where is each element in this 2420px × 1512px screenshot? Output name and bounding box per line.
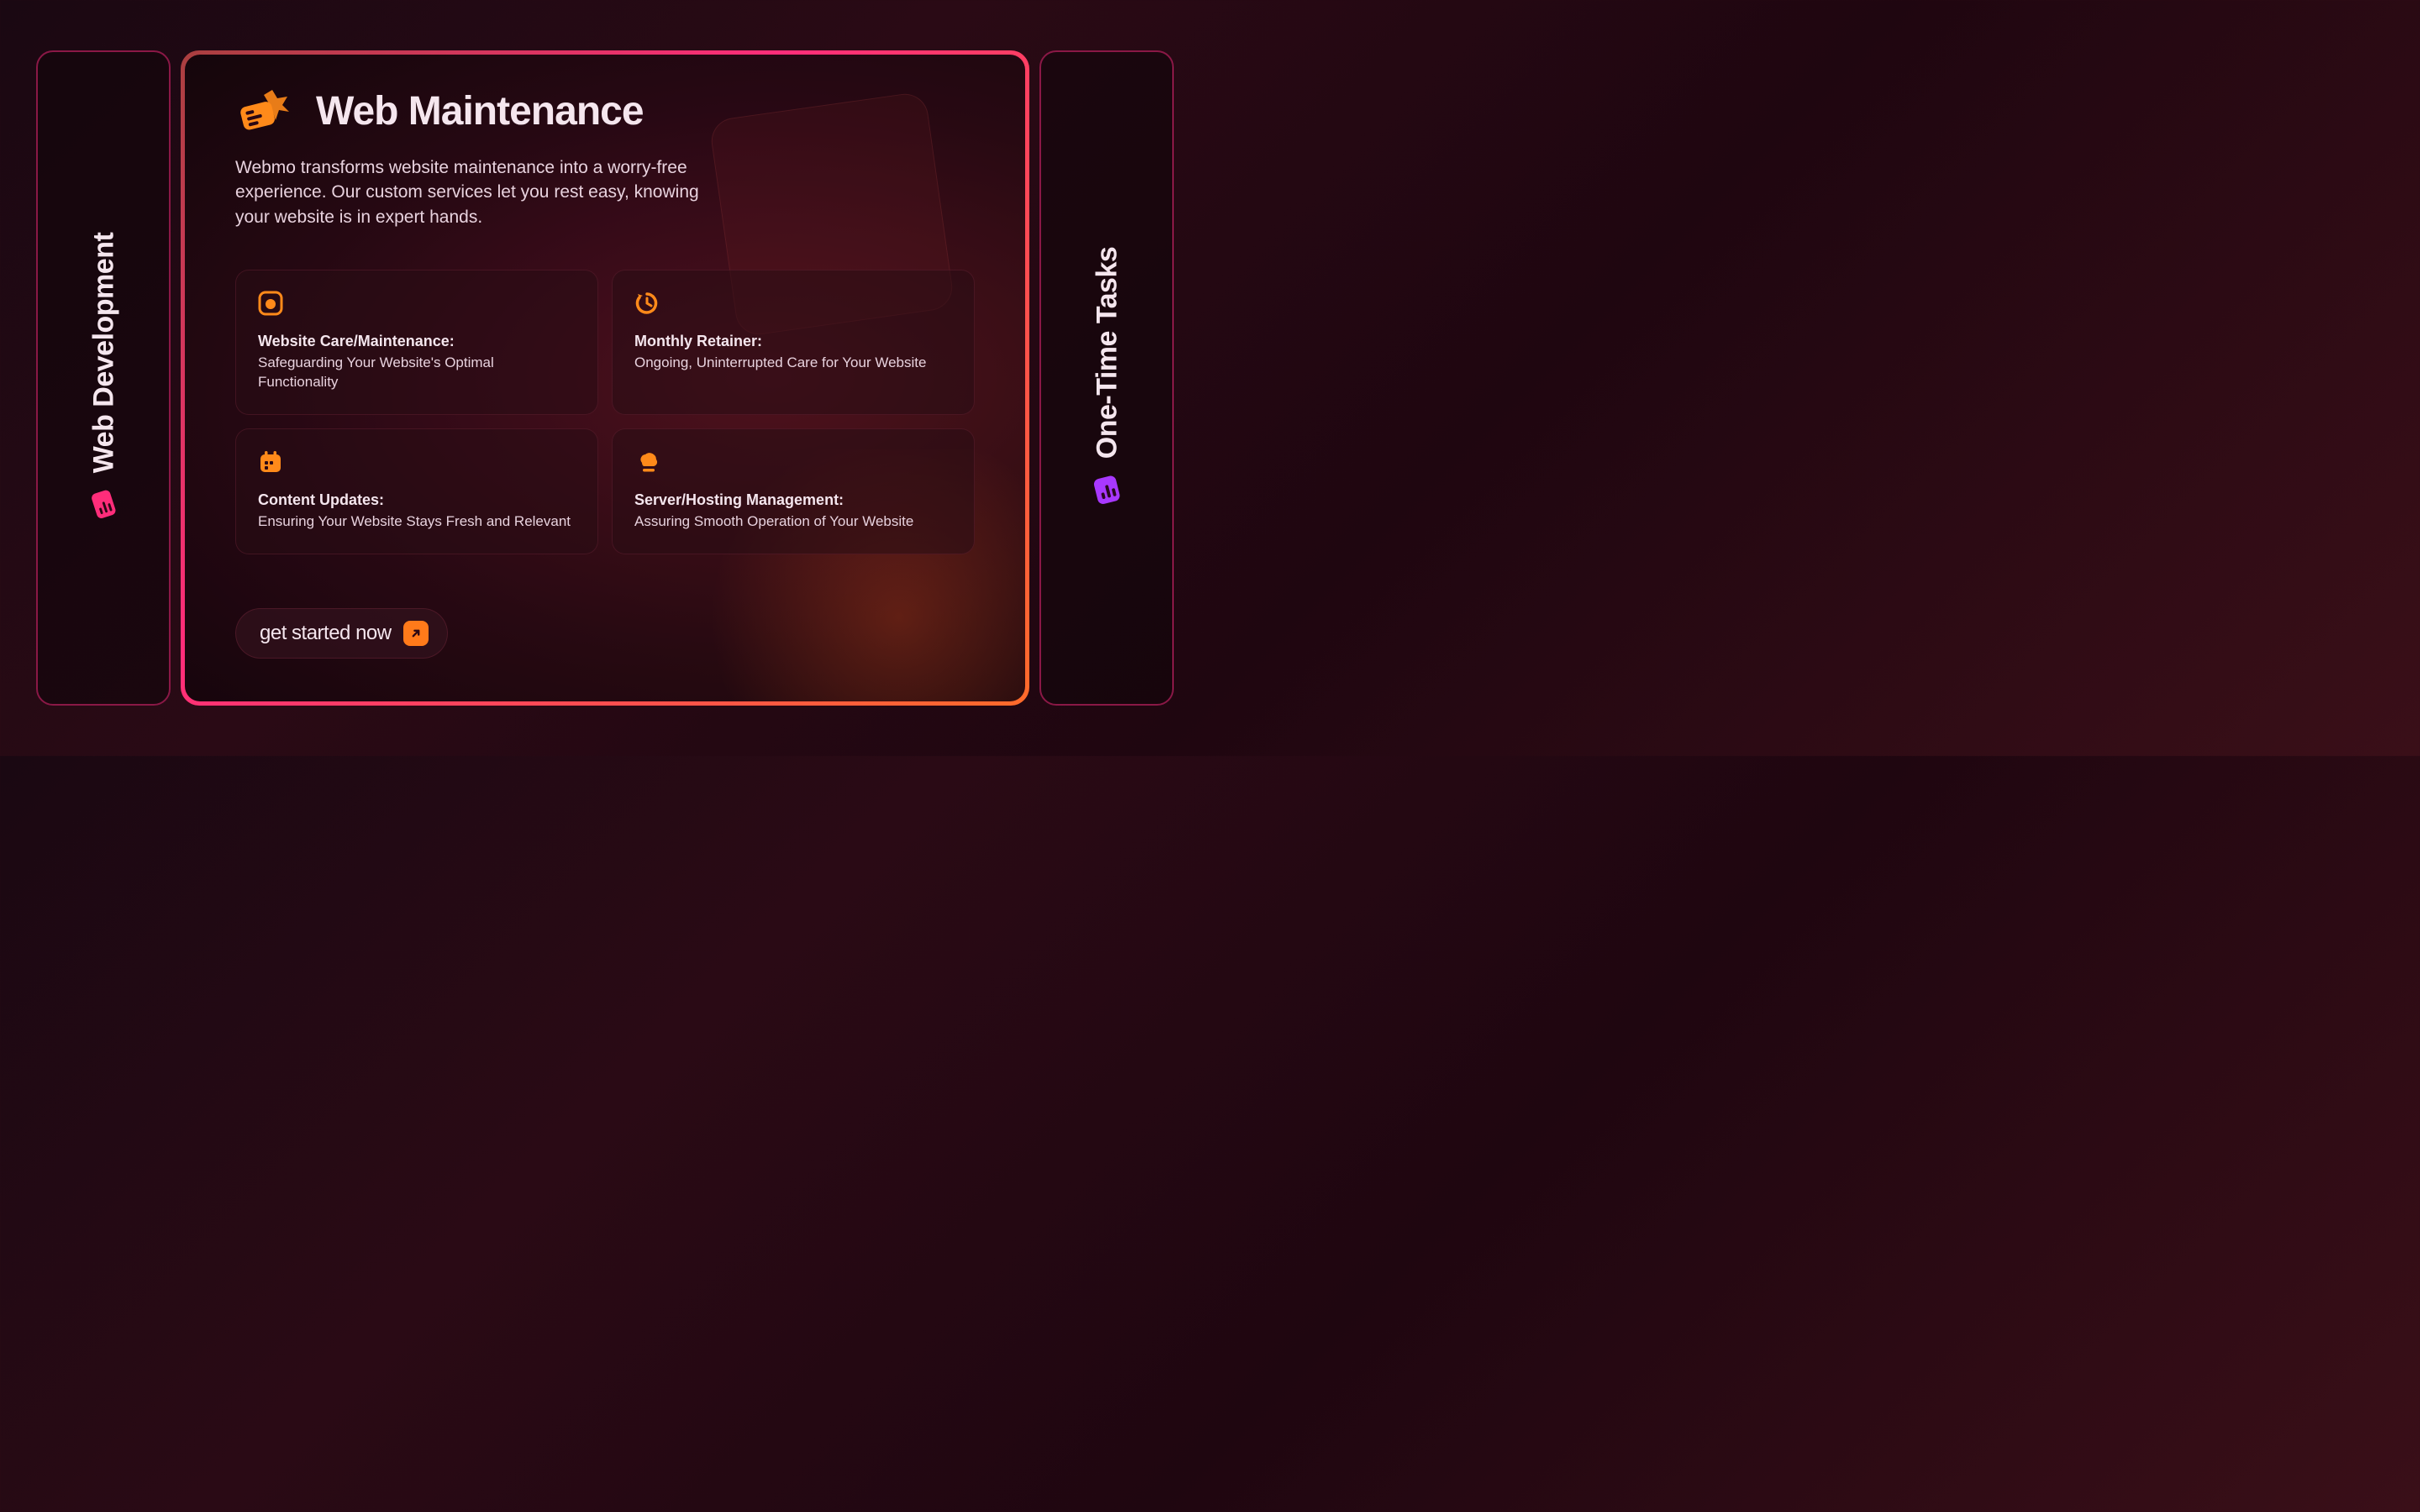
side-label-right: One-Time Tasks [1087,247,1126,510]
side-label-left: Web Development [84,233,123,524]
card-monthly-retainer: Monthly Retainer: Ongoing, Uninterrupted… [612,270,975,415]
card-desc: Safeguarding Your Website's Optimal Func… [258,354,576,392]
card-website-care: Website Care/Maintenance: Safeguarding Y… [235,270,598,415]
cta-label: get started now [260,622,392,645]
main-header: Web Maintenance [235,87,975,135]
card-desc: Assuring Smooth Operation of Your Websit… [634,512,952,532]
side-text-right: One-Time Tasks [1091,247,1123,459]
card-title: Content Updates: [258,491,576,509]
arrow-icon [403,621,429,646]
main-title: Web Maintenance [316,88,644,134]
main-description: Webmo transforms website maintenance int… [235,155,723,229]
cloud-server-icon [634,449,660,475]
card-content-updates: Content Updates: Ensuring Your Website S… [235,428,598,554]
main-inner: Web Maintenance Webmo transforms website… [185,55,1025,701]
calendar-icon [258,449,283,475]
card-title: Monthly Retainer: [634,333,952,350]
task-card-icon [1087,470,1126,509]
side-text-left: Web Development [87,233,120,474]
feature-cards: Website Care/Maintenance: Safeguarding Y… [235,270,975,554]
card-server-hosting: Server/Hosting Management: Assuring Smoo… [612,428,975,554]
maintenance-icon [235,87,301,135]
panel-web-development[interactable]: Web Development [36,50,171,706]
card-desc: Ensuring Your Website Stays Fresh and Re… [258,512,576,532]
code-card-icon [84,485,123,523]
card-title: Server/Hosting Management: [634,491,952,509]
shield-box-icon [258,291,283,316]
panel-one-time-tasks[interactable]: One-Time Tasks [1039,50,1174,706]
card-desc: Ongoing, Uninterrupted Care for Your Web… [634,354,952,373]
card-title: Website Care/Maintenance: [258,333,576,350]
clock-refresh-icon [634,291,660,316]
get-started-button[interactable]: get started now [235,608,448,659]
panel-web-maintenance: Web Maintenance Webmo transforms website… [181,50,1029,706]
